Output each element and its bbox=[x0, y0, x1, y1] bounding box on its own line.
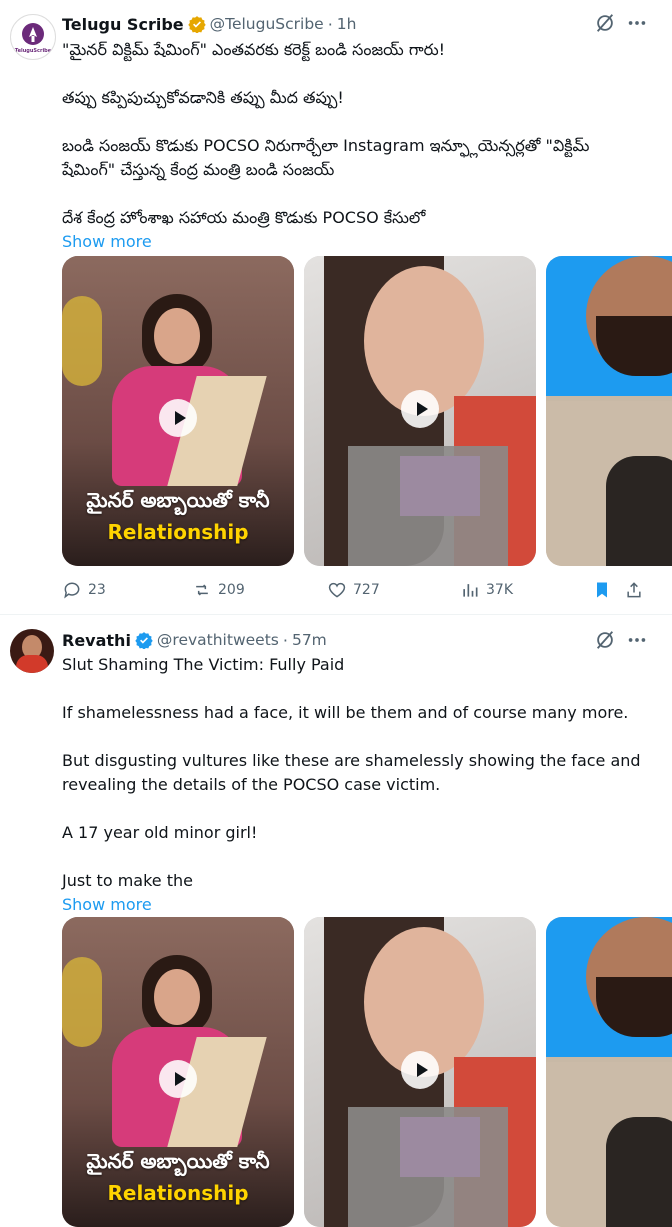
reply-count: 23 bbox=[88, 582, 106, 598]
tweet-header: Telugu Scribe @TeluguScribe · 1h bbox=[62, 12, 356, 36]
video-thumbnail[interactable] bbox=[304, 917, 536, 1227]
tweet-telugu-scribe[interactable]: TeluguScribe Telugu Scribe @TeluguScribe… bbox=[0, 0, 672, 612]
author-name[interactable]: Telugu Scribe bbox=[62, 15, 184, 34]
share-icon bbox=[627, 582, 641, 598]
text-line: తప్పు కప్పిపుచ్చుకోవడానికి తప్పు మీద తప్… bbox=[62, 88, 344, 107]
repost-icon bbox=[196, 584, 208, 596]
video-thumbnail[interactable] bbox=[304, 256, 536, 566]
text-line: But disgusting vultures like these are s… bbox=[62, 751, 641, 770]
repost-count: 209 bbox=[218, 582, 245, 598]
like-button[interactable]: 727 bbox=[327, 575, 380, 605]
tweet-revathi[interactable]: Revathi @revathitweets · 57m Slut Shamin… bbox=[0, 615, 672, 1227]
text-line: షేమింగ్" చేస్తున్న కేంద్ర మంత్రి బండి సం… bbox=[62, 160, 335, 179]
view-count: 37K bbox=[486, 582, 513, 598]
reply-icon bbox=[64, 582, 80, 599]
play-icon[interactable] bbox=[401, 1051, 439, 1089]
show-more-link[interactable]: Show more bbox=[62, 893, 652, 917]
text-line: Slut Shaming The Victim: Fully Paid bbox=[62, 655, 345, 674]
separator: · bbox=[327, 14, 333, 34]
avatar[interactable]: TeluguScribe bbox=[10, 14, 56, 60]
author-handle[interactable]: @revathitweets bbox=[157, 631, 279, 649]
reply-button[interactable]: 23 bbox=[62, 575, 106, 605]
tweet-header: Revathi @revathitweets · 57m bbox=[62, 628, 327, 652]
video-thumbnail[interactable]: మైనర్ అబ్బాయితో కానీ Relationship bbox=[62, 256, 294, 566]
bookmark-icon bbox=[597, 582, 607, 598]
video-thumbnail[interactable] bbox=[546, 256, 672, 566]
video-thumbnail[interactable]: మైనర్ అబ్బాయితో కానీ Relationship bbox=[62, 917, 294, 1227]
grok-icon[interactable] bbox=[594, 629, 616, 651]
author-handle[interactable]: @TeluguScribe bbox=[210, 15, 324, 33]
bookmark-button[interactable] bbox=[592, 575, 618, 605]
tweet-text: Slut Shaming The Victim: Fully Paid If s… bbox=[62, 653, 652, 917]
like-count: 727 bbox=[353, 582, 380, 598]
media-carousel[interactable]: మైనర్ అబ్బాయితో కానీ Relationship bbox=[62, 917, 672, 1227]
show-more-link[interactable]: Show more bbox=[62, 230, 652, 254]
play-icon[interactable] bbox=[401, 390, 439, 428]
text-line: A 17 year old minor girl! bbox=[62, 823, 258, 842]
verified-badge-icon bbox=[135, 632, 153, 649]
avatar-logo-text: TeluguScribe bbox=[14, 48, 52, 54]
views-button[interactable]: 37K bbox=[460, 575, 513, 605]
video-thumbnail[interactable] bbox=[546, 917, 672, 1227]
video-caption-english: Relationship bbox=[107, 1181, 249, 1205]
text-line: బండి సంజయ్ కొడుకు POCSO నిరుగార్చేలా Ins… bbox=[62, 136, 590, 155]
tweet-actions: 23 209 727 37K bbox=[62, 575, 652, 605]
play-icon[interactable] bbox=[159, 399, 197, 437]
video-caption-telugu: మైనర్ అబ్బాయితో కానీ bbox=[86, 488, 270, 512]
more-icon[interactable] bbox=[626, 12, 648, 34]
text-line: దేశ కేంద్ర హోంశాఖ సహాయ మంత్రి కొడుకు POC… bbox=[62, 208, 426, 227]
share-button[interactable] bbox=[624, 575, 650, 605]
separator: · bbox=[282, 630, 288, 650]
more-icon[interactable] bbox=[626, 629, 648, 651]
repost-button[interactable]: 209 bbox=[192, 575, 245, 605]
text-line: "మైనర్ విక్టిమ్ షేమింగ్" ఎంతవరకు కరెక్ట్… bbox=[62, 40, 446, 59]
text-line: If shamelessness had a face, it will be … bbox=[62, 703, 629, 722]
text-line: revealing the details of the POCSO case … bbox=[62, 775, 441, 794]
views-icon bbox=[463, 584, 478, 597]
author-name[interactable]: Revathi bbox=[62, 631, 131, 650]
like-icon bbox=[328, 582, 346, 598]
timestamp[interactable]: 1h bbox=[337, 15, 357, 33]
avatar[interactable] bbox=[10, 629, 54, 673]
video-caption-english: Relationship bbox=[107, 520, 249, 544]
text-line: Just to make the bbox=[62, 871, 193, 890]
play-icon[interactable] bbox=[159, 1060, 197, 1098]
timestamp[interactable]: 57m bbox=[292, 631, 327, 649]
media-carousel[interactable]: మైనర్ అబ్బాయితో కానీ Relationship bbox=[62, 256, 672, 566]
tweet-text: "మైనర్ విక్టిమ్ షేమింగ్" ఎంతవరకు కరెక్ట్… bbox=[62, 38, 652, 254]
grok-icon[interactable] bbox=[594, 12, 616, 34]
verified-badge-icon bbox=[187, 16, 206, 33]
video-caption-telugu: మైనర్ అబ్బాయితో కానీ bbox=[86, 1149, 270, 1173]
